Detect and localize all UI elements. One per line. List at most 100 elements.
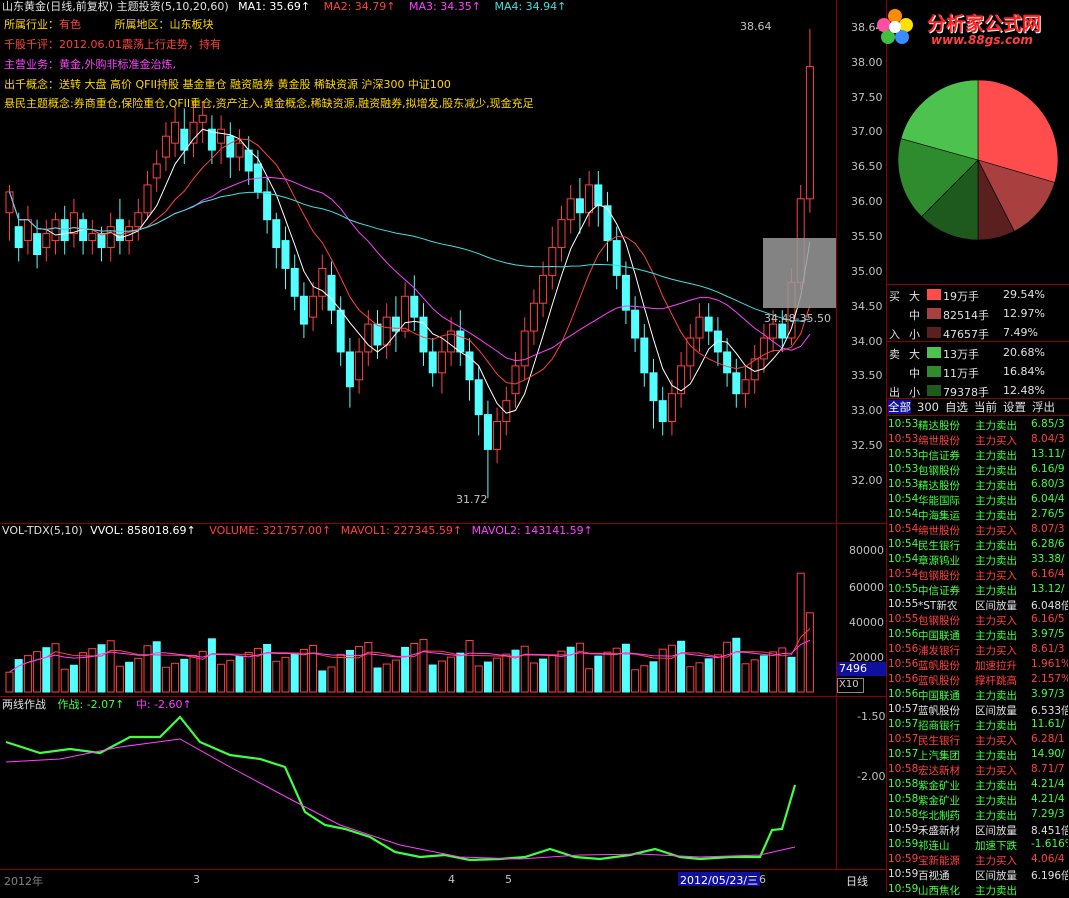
trade-row[interactable]: 10:58 华北制药 主力卖出 7.29/3 bbox=[887, 808, 1068, 823]
trade-stock-name: 中信证券 bbox=[918, 450, 960, 462]
trade-row[interactable]: 10:53 精达股份 主力卖出 6.80/3 bbox=[887, 478, 1068, 493]
trade-row[interactable]: 10:54 民生银行 主力卖出 6.28/6 bbox=[887, 538, 1068, 553]
trade-row[interactable]: 10:57 招商银行 主力卖出 11.61/ bbox=[887, 718, 1068, 733]
zuozhan-line bbox=[5, 715, 797, 862]
trade-row[interactable]: 10:53 中信证券 主力卖出 13.11/ bbox=[887, 448, 1068, 463]
tab-float[interactable]: 浮出 bbox=[1032, 400, 1055, 414]
vvol-value: VVOL: 858018.69↑ bbox=[90, 524, 196, 537]
volume-bar bbox=[152, 641, 161, 693]
indicator-tick: -2.00 bbox=[857, 770, 886, 783]
tab-300[interactable]: 300 bbox=[917, 400, 939, 414]
trade-time: 10:55 bbox=[888, 598, 919, 610]
trade-value: 7.29/3 bbox=[1031, 808, 1065, 820]
trade-row[interactable]: 10:53 绵世股份 主力买入 8.04/3 bbox=[887, 433, 1068, 448]
industry-label: 所属行业： bbox=[4, 18, 59, 31]
trade-row[interactable]: 10:56 浦发银行 主力买入 8.61/3 bbox=[887, 643, 1068, 658]
trade-row[interactable]: 10:54 华能国际 主力卖出 6.04/4 bbox=[887, 493, 1068, 508]
period-label[interactable]: 日线 bbox=[846, 873, 868, 889]
volume-bar bbox=[594, 655, 603, 693]
trade-row[interactable]: 10:59 山西焦化 主力卖出 bbox=[887, 883, 1068, 898]
trade-row[interactable]: 10:55 中信证券 主力卖出 13.12/ bbox=[887, 583, 1068, 598]
volume-bar bbox=[143, 645, 152, 693]
price-tick: 32.50 bbox=[851, 439, 883, 452]
flow-percent: 16.84% bbox=[1003, 365, 1045, 378]
candle bbox=[290, 254, 299, 311]
tab-settings[interactable]: 设置 bbox=[1003, 400, 1026, 414]
trade-action: 主力卖出 bbox=[975, 720, 1017, 732]
candle bbox=[557, 205, 566, 262]
tab-current[interactable]: 当前 bbox=[974, 400, 997, 414]
trade-row[interactable]: 10:59祁连山 加速下跌 -1.616% bbox=[887, 838, 1068, 853]
trade-value: 8.71/7 bbox=[1031, 763, 1065, 775]
zhong-line bbox=[5, 738, 796, 860]
volume-bar bbox=[796, 572, 805, 693]
volume-axis: 80000 60000 40000 20000 7496 X10 bbox=[836, 523, 887, 696]
trade-row[interactable]: 10:59 百视通 区间放量 6.196倍 bbox=[887, 868, 1068, 883]
indicator-panel[interactable]: 两线作战 作战: -2.07↑ 中: -2.60↑ -1.50 -2.00 bbox=[0, 697, 886, 869]
trade-action: 主力卖出 bbox=[975, 885, 1017, 897]
trade-action: 主力卖出 bbox=[975, 480, 1017, 492]
volume-bar bbox=[14, 659, 23, 693]
candle bbox=[428, 338, 437, 387]
trade-row[interactable]: 10:56 蓝帆股份 加速拉升 1.961% bbox=[887, 658, 1068, 673]
volume-bar bbox=[401, 646, 410, 693]
trade-row[interactable]: 10:54 包钢股份 主力买入 6.16/4 bbox=[887, 568, 1068, 583]
trade-row[interactable]: 10:53 包钢股份 主力卖出 6.16/9 bbox=[887, 463, 1068, 478]
trade-action: 主力卖出 bbox=[975, 585, 1017, 597]
candle bbox=[594, 170, 603, 227]
date-axis[interactable]: 2012年 3 4 5 2012/05/23/三 6 日线 bbox=[0, 869, 886, 893]
candle bbox=[493, 407, 502, 464]
volume-panel[interactable]: VOL-TDX(5,10) VVOL: 858018.69↑ VOLUME: 3… bbox=[0, 523, 887, 697]
trade-row[interactable]: 10:58 紫金矿业 主力卖出 4.21/4 bbox=[887, 778, 1068, 793]
volume-value: VOLUME: 321757.00↑ bbox=[209, 524, 332, 537]
trade-value: 11.61/ bbox=[1031, 718, 1065, 730]
candle bbox=[649, 358, 658, 429]
candle bbox=[327, 261, 336, 325]
trade-row[interactable]: 10:57 民生银行 主力买入 6.28/1 bbox=[887, 733, 1068, 748]
money-flow-pie-chart bbox=[897, 79, 1059, 241]
trade-row[interactable]: 10:55 *ST新农 区间放量 6.048倍 bbox=[887, 598, 1068, 613]
candle bbox=[355, 338, 364, 394]
volume-bar bbox=[520, 645, 529, 693]
trade-row[interactable]: 10:57 上汽集团 主力卖出 14.90/ bbox=[887, 748, 1068, 763]
trade-row[interactable]: 10:59 禾盛新材 区间放量 8.451倍 bbox=[887, 823, 1068, 838]
trade-time: 10:56 bbox=[888, 658, 919, 670]
ma4-value: MA4: 34.94↑ bbox=[494, 0, 567, 13]
candle bbox=[732, 358, 741, 408]
volume-title: VOL-TDX(5,10) bbox=[2, 524, 83, 537]
trade-stock-name: 中国联通 bbox=[918, 630, 960, 642]
trade-stock-name: 宏达新材 bbox=[918, 765, 960, 777]
trade-action: 区间放量 bbox=[975, 600, 1017, 612]
tab-all[interactable]: 全部 bbox=[888, 400, 911, 414]
trade-row[interactable]: 10:56 中国联通 主力卖出 3.97/3 bbox=[887, 688, 1068, 703]
trade-action: 加速拉升 bbox=[975, 660, 1017, 672]
trade-row[interactable]: 10:55 包钢股份 主力买入 6.16/5 bbox=[887, 613, 1068, 628]
indicator-chart[interactable] bbox=[0, 697, 836, 869]
trade-action: 主力卖出 bbox=[975, 555, 1017, 567]
trade-time: 10:59 bbox=[888, 853, 919, 865]
trade-row[interactable]: 10:53 精达股份 主力卖出 6.85/3 bbox=[887, 418, 1068, 433]
date-month-6: 6 bbox=[759, 873, 766, 886]
candle bbox=[640, 324, 649, 387]
trade-row[interactable]: 10:57 蓝帆股份 区间放量 6.533倍 bbox=[887, 703, 1068, 718]
trade-row[interactable]: 10:58 紫金矿业 主力卖出 4.21/4 bbox=[887, 793, 1068, 808]
main-chart-panel[interactable]: 山东黄金(日线,前复权) 主题投资(5,10,20,60) MA1: 35.69… bbox=[0, 0, 886, 524]
trade-row[interactable]: 10:54 绵世股份 主力买入 8.07/3 bbox=[887, 523, 1068, 538]
trade-stock-name: 民生银行 bbox=[918, 735, 960, 747]
trade-row[interactable]: 10:56 中国联通 主力卖出 3.97/5 bbox=[887, 628, 1068, 643]
volume-chart[interactable] bbox=[0, 523, 836, 696]
trade-action: 主力卖出 bbox=[975, 495, 1017, 507]
trade-action: 区间放量 bbox=[975, 705, 1017, 717]
trade-row[interactable]: 10:59 宝新能源 主力买入 4.06/4 bbox=[887, 853, 1068, 868]
candle bbox=[88, 219, 97, 255]
candle bbox=[474, 365, 483, 436]
volume-bar bbox=[33, 651, 42, 693]
trade-time: 10:59 bbox=[888, 823, 919, 835]
trade-row[interactable]: 10:56 蓝帆股份 撑杆跳高 2.157% bbox=[887, 673, 1068, 688]
trade-row[interactable]: 10:54 章源钨业 主力卖出 33.38/ bbox=[887, 553, 1068, 568]
trade-stock-name: 包钢股份 bbox=[918, 570, 960, 582]
trade-row[interactable]: 10:58 宏达新材 主力买入 8.71/7 bbox=[887, 763, 1068, 778]
tab-watchlist[interactable]: 自选 bbox=[945, 400, 968, 414]
trade-row[interactable]: 10:54 中海集运 主力卖出 2.76/5 bbox=[887, 508, 1068, 523]
volume-bar bbox=[244, 651, 253, 693]
